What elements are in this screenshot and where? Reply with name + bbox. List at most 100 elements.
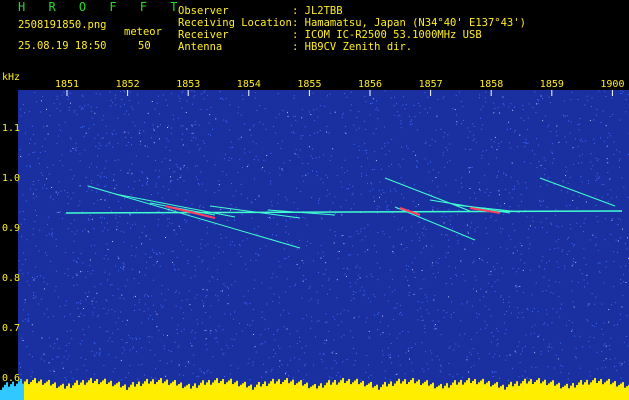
- noise-speckle: [393, 307, 395, 309]
- noise-speckle: [296, 187, 298, 189]
- noise-speckle: [495, 371, 497, 373]
- level-bar: [210, 384, 212, 400]
- level-bar: [36, 383, 38, 400]
- noise-speckle: [516, 290, 518, 292]
- noise-speckle: [228, 294, 230, 296]
- noise-speckle: [469, 351, 471, 353]
- noise-speckle: [499, 112, 500, 114]
- noise-speckle: [518, 183, 520, 185]
- noise-speckle: [620, 90, 622, 92]
- noise-speckle: [240, 256, 242, 258]
- noise-speckle: [104, 167, 106, 169]
- noise-speckle: [134, 180, 136, 182]
- noise-speckle: [333, 242, 335, 244]
- noise-speckle: [457, 243, 459, 245]
- noise-speckle: [353, 364, 355, 366]
- level-bar: [144, 381, 146, 400]
- noise-speckle: [194, 275, 196, 277]
- noise-speckle: [67, 275, 69, 277]
- noise-speckle: [309, 134, 311, 136]
- noise-speckle: [311, 197, 312, 199]
- noise-speckle: [149, 336, 151, 337]
- noise-speckle: [519, 242, 521, 244]
- level-bar: [60, 385, 62, 400]
- level-bar: [612, 382, 614, 400]
- noise-speckle: [329, 93, 331, 95]
- noise-speckle: [522, 292, 524, 294]
- noise-speckle: [413, 105, 415, 107]
- noise-speckle: [595, 114, 597, 116]
- noise-speckle: [114, 311, 116, 313]
- noise-speckle: [264, 170, 266, 172]
- noise-speckle: [48, 337, 50, 339]
- noise-speckle: [74, 233, 76, 235]
- level-bar: [530, 379, 532, 400]
- noise-speckle: [418, 204, 420, 206]
- noise-speckle: [270, 180, 272, 182]
- level-bar: [258, 382, 260, 400]
- level-bar: [264, 381, 266, 400]
- noise-speckle: [150, 137, 152, 139]
- noise-speckle: [387, 325, 389, 327]
- noise-speckle: [295, 283, 297, 285]
- level-bar: [610, 384, 612, 400]
- noise-speckle: [136, 338, 137, 340]
- noise-speckle: [201, 239, 203, 241]
- noise-speckle: [424, 91, 426, 93]
- noise-speckle: [406, 145, 407, 147]
- level-bar: [150, 381, 152, 400]
- y-tick-label: 1.1: [2, 123, 21, 134]
- noise-speckle: [419, 105, 421, 107]
- noise-speckle: [352, 293, 354, 295]
- noise-speckle: [115, 356, 117, 358]
- noise-speckle: [384, 294, 386, 296]
- noise-speckle: [617, 251, 619, 253]
- noise-speckle: [435, 177, 437, 178]
- noise-speckle: [81, 107, 83, 109]
- noise-speckle: [340, 313, 342, 315]
- noise-speckle: [137, 102, 139, 104]
- noise-speckle: [358, 274, 360, 276]
- noise-speckle: [447, 134, 449, 136]
- level-bar: [102, 380, 104, 400]
- noise-speckle: [340, 336, 342, 338]
- noise-speckle: [143, 122, 145, 123]
- level-bar: [494, 383, 496, 400]
- noise-speckle: [182, 125, 184, 127]
- noise-speckle: [479, 94, 481, 96]
- noise-speckle: [260, 343, 262, 345]
- noise-speckle: [151, 101, 153, 102]
- noise-speckle: [514, 230, 516, 231]
- noise-speckle: [502, 172, 504, 174]
- noise-speckle: [610, 189, 612, 191]
- noise-speckle: [305, 374, 307, 376]
- noise-speckle: [174, 268, 176, 270]
- level-bar: [244, 381, 246, 400]
- noise-speckle: [544, 115, 546, 117]
- noise-speckle: [302, 216, 304, 218]
- noise-speckle: [605, 345, 607, 347]
- noise-speckle: [363, 227, 365, 229]
- noise-speckle: [271, 201, 273, 203]
- noise-speckle: [84, 149, 86, 151]
- noise-speckle: [91, 110, 93, 112]
- noise-speckle: [295, 148, 297, 150]
- noise-speckle: [148, 341, 150, 343]
- noise-speckle: [109, 337, 111, 339]
- noise-speckle: [25, 165, 27, 167]
- level-bar: [314, 383, 316, 400]
- noise-speckle: [44, 288, 45, 290]
- level-bar: [128, 387, 130, 400]
- level-bar: [558, 382, 560, 400]
- noise-speckle: [199, 220, 201, 222]
- noise-speckle: [479, 299, 481, 301]
- noise-speckle: [285, 291, 286, 293]
- noise-speckle: [86, 369, 88, 371]
- noise-speckle: [207, 95, 209, 97]
- noise-speckle: [534, 227, 536, 229]
- noise-speckle: [203, 91, 205, 93]
- noise-speckle: [556, 311, 558, 313]
- noise-speckle: [534, 153, 536, 155]
- noise-speckle: [440, 128, 442, 130]
- noise-speckle: [83, 135, 85, 137]
